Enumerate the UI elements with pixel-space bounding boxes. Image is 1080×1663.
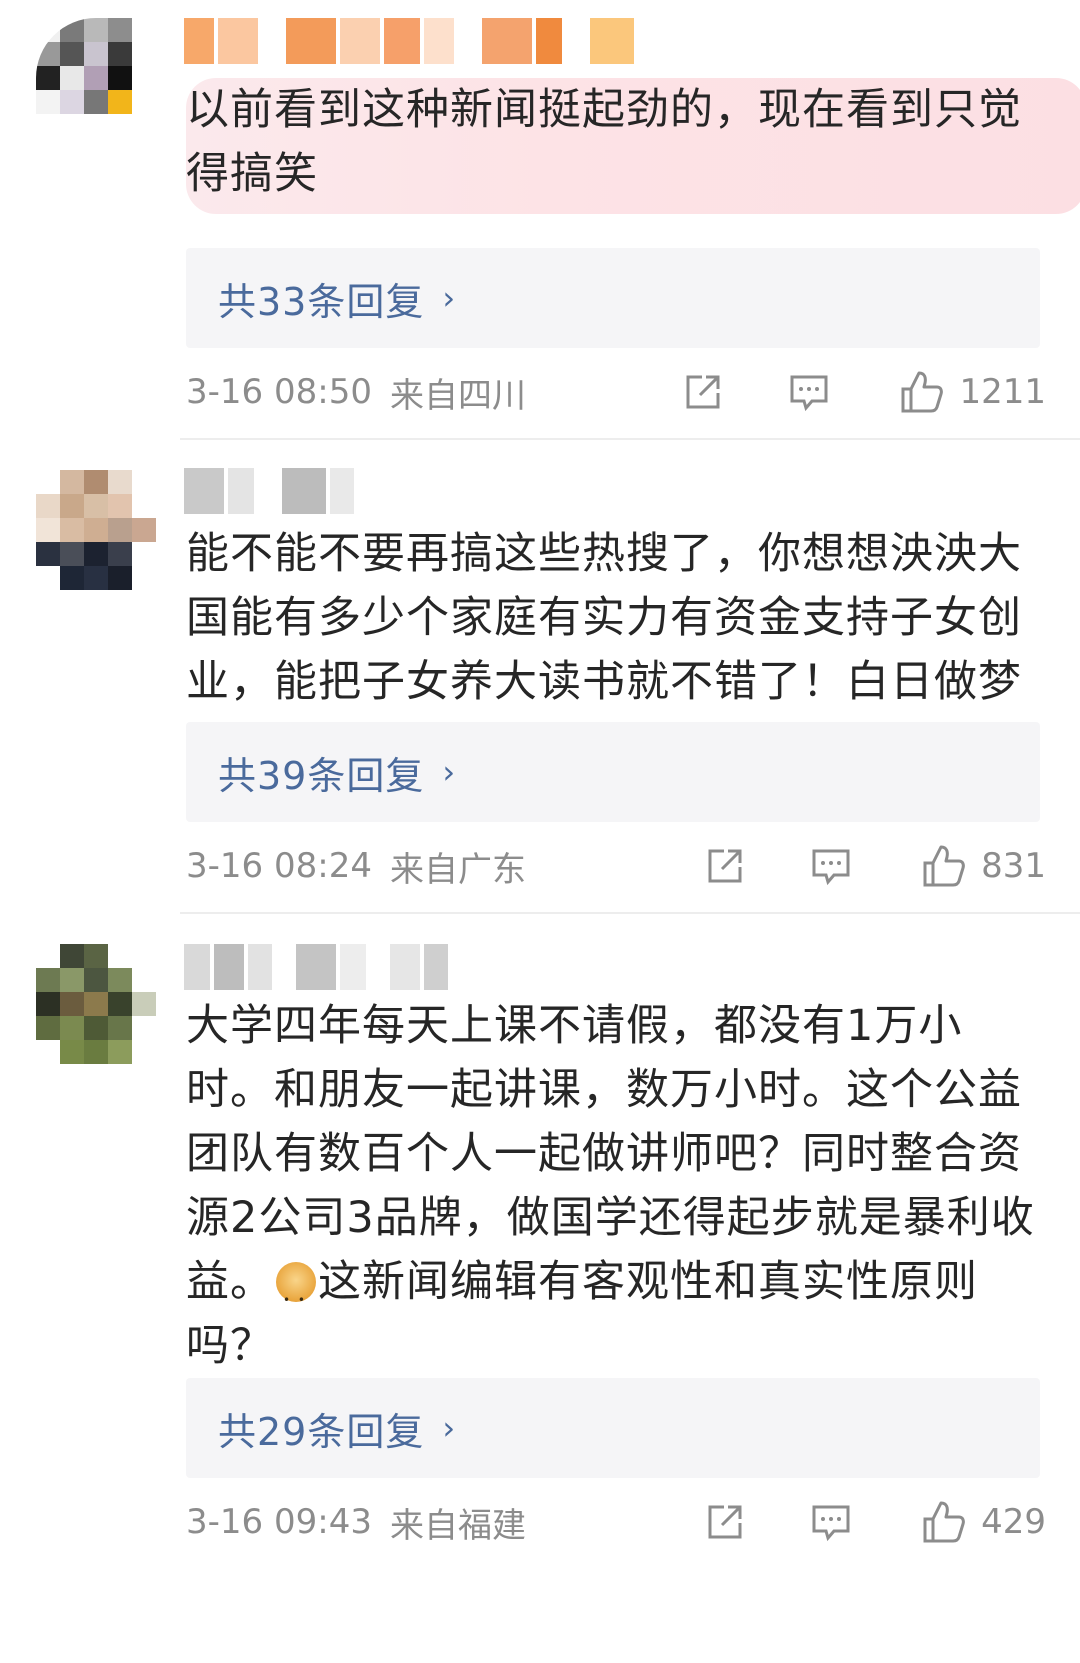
avatar[interactable] xyxy=(36,470,156,590)
comment-location: 来自四川 xyxy=(389,375,526,416)
replies-link[interactable]: 共33条回复 › xyxy=(186,248,1040,348)
replies-link[interactable]: 共39条回复 › xyxy=(186,722,1040,822)
comment-time: 3-16 08:24 xyxy=(186,846,372,886)
comment-location: 来自福建 xyxy=(389,1505,526,1546)
comment-actions: 1211 xyxy=(673,362,1046,422)
avatar[interactable] xyxy=(36,944,156,1064)
comment-actions: 831 xyxy=(695,836,1046,896)
thumbs-up-icon xyxy=(921,1499,967,1545)
comment-text: 以前看到这种新闻挺起劲的，现在看到只觉得搞笑 xyxy=(186,78,1080,214)
username[interactable] xyxy=(184,944,448,990)
comment-item: 以前看到这种新闻挺起劲的，现在看到只觉得搞笑 共33条回复 › 3-16 08:… xyxy=(0,0,1080,440)
replies-count-label: 共33条回复 xyxy=(218,279,425,324)
comment-text: 能不能不要再搞这些热搜了，你想想泱泱大国能有多少个家庭有实力有资金支持子女创业，… xyxy=(186,529,1022,707)
comment-text: 大学四年每天上课不请假，都没有1万小时。和朋友一起讲课，数万小时。这个公益团队有… xyxy=(186,994,1046,1378)
chevron-right-icon: › xyxy=(442,753,456,791)
like-count: 429 xyxy=(981,1502,1046,1542)
replies-count-label: 共29条回复 xyxy=(218,1409,425,1454)
like-count: 1211 xyxy=(959,372,1046,412)
comment-meta: 3-16 08:24 来自广东 831 xyxy=(186,836,1046,896)
chevron-right-icon: › xyxy=(442,1409,456,1447)
chevron-right-icon: › xyxy=(442,279,456,317)
like-button[interactable]: 831 xyxy=(921,843,1046,889)
comment-time: 3-16 08:50 xyxy=(186,372,372,412)
comment-meta: 3-16 08:50 来自四川 1211 xyxy=(186,362,1046,422)
like-count: 831 xyxy=(981,846,1046,886)
comment-icon[interactable] xyxy=(779,371,839,413)
share-icon[interactable] xyxy=(695,845,755,887)
comment-time: 3-16 09:43 xyxy=(186,1502,372,1542)
like-button[interactable]: 429 xyxy=(921,1499,1046,1545)
share-icon[interactable] xyxy=(695,1501,755,1543)
doge-emoji-icon xyxy=(276,1262,316,1332)
share-icon[interactable] xyxy=(673,371,733,413)
replies-link[interactable]: 共29条回复 › xyxy=(186,1378,1040,1478)
comment-meta: 3-16 09:43 来自福建 429 xyxy=(186,1492,1046,1552)
comment-icon[interactable] xyxy=(801,1501,861,1543)
comment-item: 能不能不要再搞这些热搜了，你想想泱泱大国能有多少个家庭有实力有资金支持子女创业，… xyxy=(0,440,1080,914)
username[interactable] xyxy=(184,18,634,64)
comment-location: 来自广东 xyxy=(389,849,526,890)
replies-count-label: 共39条回复 xyxy=(218,753,425,798)
username[interactable] xyxy=(184,468,354,514)
comment-actions: 429 xyxy=(695,1492,1046,1552)
like-button[interactable]: 1211 xyxy=(899,369,1046,415)
thumbs-up-icon xyxy=(921,843,967,889)
comment-item: 大学四年每天上课不请假，都没有1万小时。和朋友一起讲课，数万小时。这个公益团队有… xyxy=(0,914,1080,1663)
comment-icon[interactable] xyxy=(801,845,861,887)
thumbs-up-icon xyxy=(899,369,945,415)
avatar[interactable] xyxy=(36,18,156,138)
